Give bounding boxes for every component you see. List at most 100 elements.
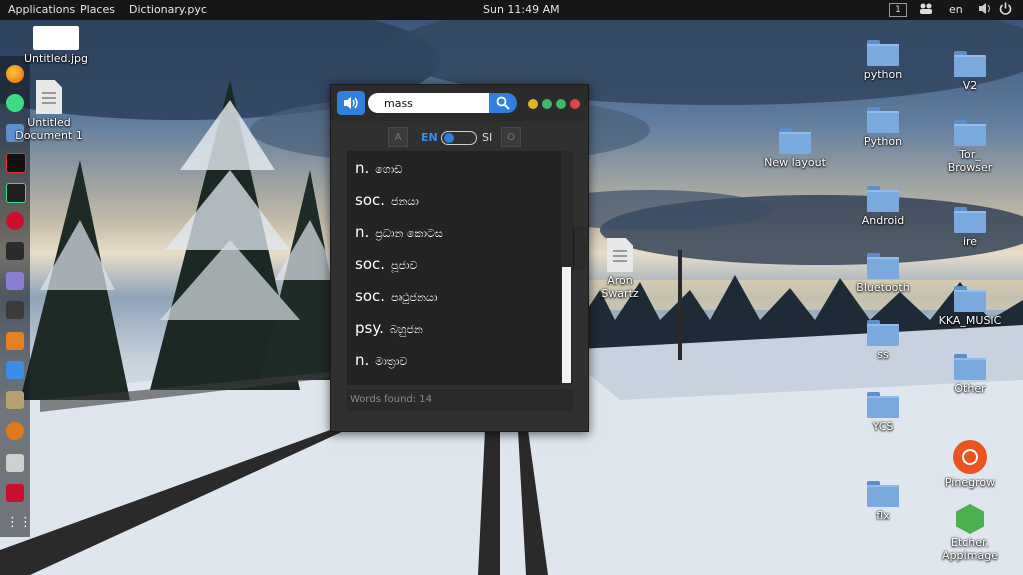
desktop-folder-bluetooth[interactable]: Bluetooth (843, 253, 923, 294)
desktop-file-aron-swartz[interactable]: Aron Swartz (580, 238, 660, 300)
folder-icon (867, 107, 899, 133)
close-button[interactable] (570, 99, 580, 109)
top-panel: Applications Places Dictionary.pyc Sun 1… (0, 0, 1023, 20)
restore-button[interactable] (542, 99, 552, 109)
translation: ජනයා (391, 195, 419, 208)
desktop-folder-android[interactable]: Android (843, 186, 923, 227)
app-grid-icon[interactable]: ⋮⋮ (6, 514, 32, 532)
folder-icon (954, 120, 986, 146)
people-icon[interactable] (919, 2, 933, 18)
folder-icon (867, 253, 899, 279)
package-icon[interactable] (6, 361, 24, 379)
list-item[interactable]: n. ප්‍රධාන කොටස (355, 223, 555, 243)
folder-icon (867, 320, 899, 346)
active-app-menu[interactable]: Dictionary.pyc (129, 3, 207, 16)
applications-menu[interactable]: Applications (8, 3, 75, 16)
desktop-label: Untitled.jpg (23, 52, 89, 65)
search-input[interactable] (368, 93, 489, 113)
search-button[interactable] (489, 93, 517, 113)
places-menu[interactable]: Places (80, 3, 115, 16)
translation: මාත්‍රාව (375, 355, 408, 368)
translation: ගොඩ (375, 163, 403, 176)
desktop-label: Aron (607, 274, 633, 287)
folder-icon (867, 186, 899, 212)
desktop-label: flx (876, 509, 890, 522)
status-bar: Words found: 14 (347, 389, 573, 411)
terminal-icon[interactable] (6, 242, 24, 260)
desktop-label: KKA_MUSIC (938, 314, 1002, 327)
folder-icon (867, 392, 899, 418)
desktop-label: ire (962, 235, 978, 248)
volume-icon[interactable] (978, 2, 992, 18)
translation: බහුජන (389, 323, 423, 336)
power-icon[interactable] (999, 2, 1012, 18)
font-size-button[interactable]: A (388, 127, 408, 147)
desktop-file-untitled-document[interactable]: Untitled Document 1 (9, 80, 89, 142)
pinegrow-icon (953, 440, 987, 474)
archive-icon[interactable] (6, 391, 24, 409)
desktop-label: Untitled (27, 116, 71, 129)
desktop-folder-python-upper[interactable]: Python (843, 107, 923, 148)
list-item[interactable]: n. මාත්‍රාව (355, 351, 555, 371)
scrollbar-thumb[interactable] (562, 267, 571, 383)
desktop-label: Python (863, 135, 903, 148)
list-item[interactable]: n. ගොඩ (355, 159, 555, 179)
desktop-label: AppImage (942, 549, 998, 562)
desktop-label: ss (877, 348, 889, 361)
desktop-file-untitled-jpg[interactable]: Untitled.jpg (16, 26, 96, 65)
desktop-folder-new-layout[interactable]: New layout (755, 128, 835, 169)
desktop-folder-tor-browser[interactable]: Tor_ Browser (930, 120, 1010, 174)
desktop-folder-other[interactable]: Other (930, 354, 1010, 395)
intellij-icon[interactable] (6, 153, 26, 173)
part-of-speech: soc. (355, 287, 386, 305)
maximize-button[interactable] (556, 99, 566, 109)
options-button[interactable]: O (501, 127, 521, 147)
minimize-button[interactable] (528, 99, 538, 109)
results-list[interactable]: n. ගොඩ soc. ජනයා n. ප්‍රධාන කොටස soc. පූජාව … (347, 151, 561, 385)
text-editor-icon[interactable] (6, 272, 24, 290)
clock[interactable]: Sun 11:49 AM (483, 3, 560, 16)
document-icon (607, 238, 633, 272)
part-of-speech: psy. (355, 319, 384, 337)
keyboard-language[interactable]: en (949, 3, 963, 16)
part-of-speech: soc. (355, 255, 386, 273)
list-item[interactable]: soc. පූජාව (355, 255, 555, 275)
document-icon (36, 80, 62, 114)
pycharm-icon[interactable] (6, 183, 26, 203)
desktop-launcher-pinegrow[interactable]: Pinegrow (930, 440, 1010, 489)
list-item[interactable]: soc. පෘථුජනයා (355, 287, 555, 307)
ruby-icon[interactable] (6, 212, 24, 230)
search-icon (496, 96, 510, 110)
calculator-icon[interactable] (6, 332, 24, 350)
desktop-folder-ycs[interactable]: YCS (843, 392, 923, 433)
desktop-label: New layout (764, 156, 826, 169)
desktop-folder-python-lower[interactable]: python (843, 40, 923, 81)
ruby-mine-icon[interactable] (6, 484, 24, 502)
list-item[interactable]: soc. ජනයා (355, 191, 555, 211)
desktop-folder-kka-music[interactable]: KKA_MUSIC (930, 286, 1010, 327)
lang-si-label: SI (482, 131, 493, 144)
language-toolbar: A EN SI O (331, 125, 588, 151)
java-icon[interactable] (6, 422, 24, 440)
desktop-folder-ss[interactable]: ss (843, 320, 923, 361)
desktop-folder-flx[interactable]: flx (843, 481, 923, 522)
folder-icon (867, 481, 899, 507)
desktop-label: YCS (872, 420, 894, 433)
dictionary-window: A EN SI O n.ගොඩ soc.ජනයා n.ප්‍රධාන කොටස … (330, 84, 589, 432)
folder-icon (954, 354, 986, 380)
dev-tools-icon[interactable] (6, 301, 24, 319)
window-side-grip[interactable] (573, 226, 588, 270)
language-toggle[interactable] (441, 131, 477, 145)
list-item[interactable]: psy. බහුජන (355, 319, 555, 339)
pronounce-button[interactable] (337, 91, 365, 115)
desktop-label: Etcher. (950, 536, 990, 549)
desktop-folder-ire[interactable]: ire (930, 207, 1010, 248)
desktop-label: Android (861, 214, 905, 227)
desktop-folder-v2[interactable]: V2 (930, 51, 1010, 92)
translation: පූජාව (391, 259, 418, 272)
desktop-launcher-etcher[interactable]: Etcher. AppImage (930, 504, 1010, 562)
part-of-speech: n. (355, 223, 370, 241)
database-icon[interactable] (6, 454, 24, 472)
speaker-icon (344, 97, 358, 109)
workspace-indicator[interactable]: 1 (889, 3, 907, 17)
